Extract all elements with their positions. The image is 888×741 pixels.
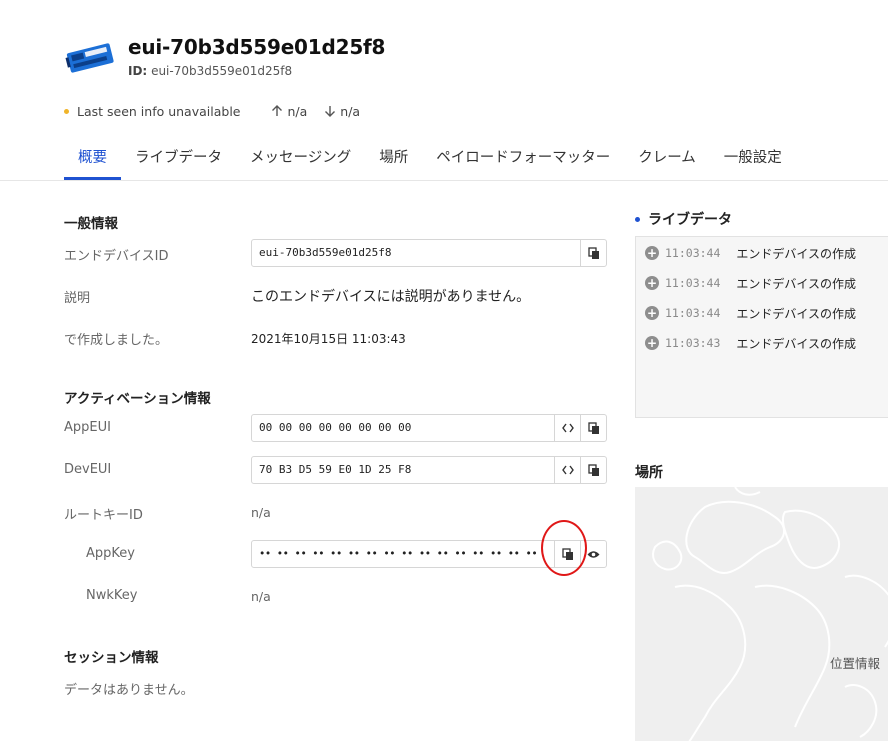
live-indicator: [635, 216, 640, 222]
appeui-value[interactable]: 00 00 00 00 00 00 00 00: [252, 415, 554, 441]
event-text: エンドデバイスの作成: [736, 276, 857, 291]
event-time: 11:03:44: [665, 246, 721, 260]
copy-icon: [587, 246, 599, 259]
session-info-title: セッション情報: [64, 650, 159, 666]
live-data-title-text: ライブデータ: [648, 212, 732, 228]
eye-icon: [587, 550, 600, 558]
created-value: 2021年10月15日 11:03:43: [251, 332, 406, 346]
copy-icon: [561, 547, 573, 560]
map-status-label: 位置情報: [830, 656, 881, 671]
session-empty-text: データはありません。: [64, 683, 194, 698]
show-appkey-button[interactable]: [580, 541, 606, 567]
appkey-masked-value[interactable]: •• •• •• •• •• •• •• •• •• •• •• •• •• •…: [252, 541, 554, 567]
appeui-label: AppEUI: [64, 420, 111, 435]
tab-overview[interactable]: 概要: [64, 140, 121, 180]
root-key-id-label: ルートキーID: [64, 508, 143, 523]
tab-location[interactable]: 場所: [379, 140, 408, 180]
copy-icon: [587, 463, 599, 476]
plus-circle-icon: +: [645, 276, 659, 290]
description-label: 説明: [64, 291, 91, 306]
general-info-title: 一般情報: [64, 216, 118, 232]
appeui-format-toggle[interactable]: [554, 415, 580, 441]
created-label: で作成しました。: [64, 333, 169, 348]
copy-appkey-button[interactable]: [554, 541, 580, 567]
plus-circle-icon: +: [645, 336, 659, 350]
copy-appeui-button[interactable]: [580, 415, 606, 441]
device-id-field-value[interactable]: eui-70b3d559e01d25f8: [252, 240, 580, 266]
device-id-value: eui-70b3d559e01d25f8: [151, 64, 293, 78]
live-event-row[interactable]: + 11:03:44 エンドデバイスの作成: [645, 304, 856, 322]
copy-icon: [587, 421, 599, 434]
tab-live-data[interactable]: ライブデータ: [135, 140, 222, 180]
world-map-outline: [652, 487, 888, 741]
code-brackets-icon: [561, 423, 574, 433]
uplink-value: n/a: [287, 103, 308, 119]
appkey-field: •• •• •• •• •• •• •• •• •• •• •• •• •• •…: [251, 540, 607, 568]
activation-info-title: アクティベーション情報: [64, 391, 211, 407]
copy-device-id-button[interactable]: [580, 240, 606, 266]
nwkkey-label: NwkKey: [86, 588, 138, 603]
description-value: このエンドデバイスには説明がありません。: [251, 289, 531, 305]
location-title: 場所: [635, 465, 663, 481]
downlink-value: n/a: [340, 103, 361, 119]
status-indicator: [64, 108, 69, 114]
uplink-count: n/a: [270, 104, 307, 119]
live-event-row[interactable]: + 11:03:44 エンドデバイスの作成: [645, 244, 856, 262]
event-time: 11:03:44: [665, 276, 721, 290]
device-id: ID: eui-70b3d559e01d25f8: [128, 64, 292, 78]
location-map[interactable]: [635, 487, 888, 741]
plus-circle-icon: +: [645, 306, 659, 320]
appkey-label: AppKey: [86, 546, 135, 561]
tab-messaging[interactable]: メッセージング: [250, 140, 351, 180]
event-time: 11:03:43: [665, 336, 721, 350]
arrow-down-icon: [325, 106, 336, 117]
last-seen-text: Last seen info unavailable: [77, 103, 241, 119]
live-event-row[interactable]: + 11:03:43 エンドデバイスの作成: [645, 334, 856, 352]
appeui-field: 00 00 00 00 00 00 00 00: [251, 414, 607, 442]
root-key-id-value: n/a: [251, 505, 271, 520]
event-text: エンドデバイスの作成: [736, 336, 857, 351]
event-time: 11:03:44: [665, 306, 721, 320]
device-header: eui-70b3d559e01d25f8 ID: eui-70b3d559e01…: [0, 0, 888, 181]
tab-claiming[interactable]: クレーム: [638, 140, 696, 180]
plus-circle-icon: +: [645, 246, 659, 260]
device-id-label: ID:: [128, 64, 148, 78]
device-id-field: eui-70b3d559e01d25f8: [251, 239, 607, 267]
status-row: Last seen info unavailable n/a n/a: [64, 102, 360, 120]
event-text: エンドデバイスの作成: [736, 246, 857, 261]
arrow-up-icon: [272, 105, 283, 116]
live-data-panel: + 11:03:44 エンドデバイスの作成 + 11:03:44 エンドデバイス…: [635, 236, 888, 418]
copy-deveui-button[interactable]: [580, 457, 606, 483]
device-title: eui-70b3d559e01d25f8: [128, 35, 386, 59]
deveui-label: DevEUI: [64, 462, 112, 477]
tab-payload-formatters[interactable]: ペイロードフォーマッター: [436, 140, 610, 180]
deveui-value[interactable]: 70 B3 D5 59 E0 1D 25 F8: [252, 457, 554, 483]
live-data-title[interactable]: ライブデータ: [635, 209, 732, 229]
device-board-icon: [65, 43, 114, 73]
downlink-count: n/a: [323, 104, 360, 119]
deveui-format-toggle[interactable]: [554, 457, 580, 483]
deveui-field: 70 B3 D5 59 E0 1D 25 F8: [251, 456, 607, 484]
device-id-label: エンドデバイスID: [64, 249, 169, 264]
nwkkey-value: n/a: [251, 589, 271, 604]
tab-general-settings[interactable]: 一般設定: [724, 140, 782, 180]
live-event-row[interactable]: + 11:03:44 エンドデバイスの作成: [645, 274, 856, 292]
event-text: エンドデバイスの作成: [736, 306, 857, 321]
code-brackets-icon: [561, 465, 574, 475]
tab-bar: 概要 ライブデータ メッセージング 場所 ペイロードフォーマッター クレーム 一…: [64, 140, 782, 181]
